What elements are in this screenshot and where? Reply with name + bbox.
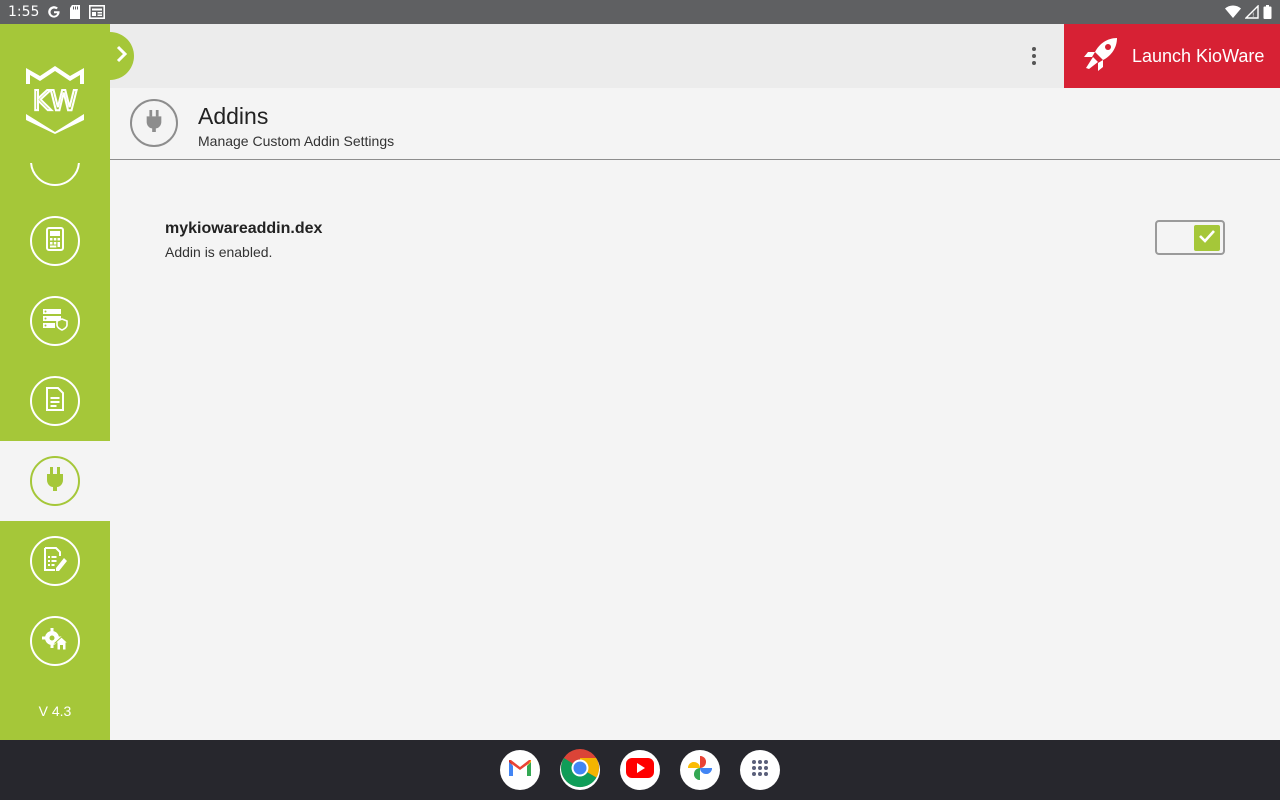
toggle-knob: [1194, 225, 1220, 251]
youtube-app[interactable]: [620, 750, 660, 790]
google-icon: [47, 5, 61, 19]
expand-sidebar-button[interactable]: [110, 32, 134, 80]
nav-item-addins[interactable]: [0, 441, 110, 521]
battery-icon: [1263, 5, 1272, 19]
sidebar: KW V 4.3: [0, 24, 110, 740]
launch-kioware-button[interactable]: Launch KioWare: [1064, 24, 1280, 88]
page-icon: [130, 99, 178, 147]
photos-app[interactable]: [680, 750, 720, 790]
addin-name: mykiowareaddin.dex: [165, 220, 323, 237]
sd-card-icon: [69, 5, 81, 19]
gmail-app[interactable]: [500, 750, 540, 790]
addin-status: Addin is enabled.: [165, 244, 273, 260]
youtube-icon: [626, 757, 654, 783]
dot: [1032, 47, 1036, 51]
app-version: V 4.3: [38, 703, 72, 719]
overflow-menu-button[interactable]: [1020, 44, 1048, 68]
svg-text:!: !: [1252, 12, 1254, 19]
chevron-right-icon: [116, 45, 128, 68]
edit-document-icon: [42, 546, 68, 577]
status-time: 1:55: [8, 4, 40, 20]
page-header: Addins Manage Custom Addin Settings: [110, 88, 1280, 160]
page-title: Addins: [198, 103, 269, 129]
nav-item-device[interactable]: [0, 201, 110, 281]
nav-item-settings-home[interactable]: [0, 601, 110, 681]
header: Launch KioWare: [110, 24, 1280, 88]
settings-home-icon: [41, 625, 70, 658]
logo-text: KW: [32, 84, 77, 117]
page-subtitle: Manage Custom Addin Settings: [198, 133, 395, 149]
kioware-logo[interactable]: KW: [22, 62, 88, 134]
checkmark-icon: [1198, 229, 1216, 248]
app-drawer-icon: [750, 758, 770, 783]
gmail-icon: [507, 758, 533, 783]
plug-icon: [143, 108, 165, 139]
nav-item-server[interactable]: [0, 281, 110, 361]
taskbar: [0, 740, 1280, 800]
dot: [1032, 61, 1036, 65]
nav-item-document[interactable]: [0, 361, 110, 441]
wifi-icon: [1225, 5, 1241, 19]
device-icon: [42, 226, 68, 257]
rocket-icon: [1082, 35, 1120, 78]
document-icon: [43, 386, 67, 417]
chrome-icon: [560, 748, 600, 793]
news-icon: [89, 5, 106, 19]
status-bar: 1:55 !: [0, 0, 1280, 24]
photos-icon: [686, 754, 714, 787]
nav-item-edit-log[interactable]: [0, 521, 110, 601]
launch-label: Launch KioWare: [1132, 45, 1265, 66]
dot: [1032, 54, 1036, 58]
app-drawer[interactable]: [740, 750, 780, 790]
chrome-app[interactable]: [560, 748, 600, 793]
addin-enable-toggle[interactable]: [1155, 220, 1225, 255]
server-shield-icon: [41, 306, 69, 337]
nav-item-partial[interactable]: [30, 163, 80, 186]
plug-icon: [43, 465, 67, 498]
signal-icon: !: [1245, 5, 1259, 19]
